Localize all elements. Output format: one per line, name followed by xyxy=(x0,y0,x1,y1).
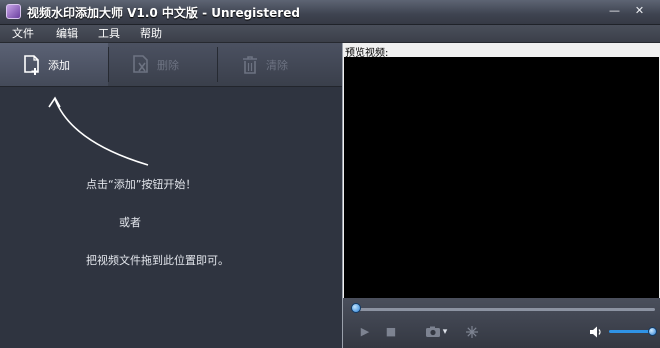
add-button[interactable]: 添加 xyxy=(0,43,108,86)
sparkle-icon xyxy=(466,326,478,338)
menu-bar: 文件 编辑 工具 帮助 xyxy=(0,25,660,43)
volume-slider[interactable] xyxy=(609,330,651,333)
window-title: 视频水印添加大师 V1.0 中文版 - Unregistered xyxy=(27,6,300,20)
delete-file-icon xyxy=(129,53,153,77)
menu-tools[interactable]: 工具 xyxy=(98,26,120,41)
dropdown-arrow-icon: ▾ xyxy=(442,327,448,337)
volume-handle[interactable] xyxy=(648,327,657,336)
curved-arrow-icon xyxy=(48,96,149,166)
delete-label: 删除 xyxy=(157,58,179,72)
volume-icon[interactable] xyxy=(589,325,603,339)
seek-handle[interactable] xyxy=(351,303,361,313)
minimize-button[interactable]: — xyxy=(606,4,623,18)
delete-button[interactable]: 删除 xyxy=(109,43,217,86)
player-controls: ▶ ■ ▾ xyxy=(343,298,660,348)
clear-button[interactable]: 清除 xyxy=(218,43,326,86)
hint-or: 或者 xyxy=(119,216,141,229)
menu-edit[interactable]: 编辑 xyxy=(56,26,78,41)
add-file-icon xyxy=(20,53,44,77)
preview-panel: 预览视频: ▶ ■ ▾ xyxy=(342,43,660,348)
menu-help[interactable]: 帮助 xyxy=(140,26,162,41)
title-bar: 视频水印添加大师 V1.0 中文版 - Unregistered — ✕ xyxy=(0,0,660,25)
clear-label: 清除 xyxy=(266,58,288,72)
hint-click-add: 点击“添加”按钮开始！ xyxy=(86,178,197,191)
close-button[interactable]: ✕ xyxy=(631,4,648,18)
video-preview[interactable] xyxy=(344,57,659,298)
camera-icon xyxy=(425,326,440,337)
menu-file[interactable]: 文件 xyxy=(12,26,34,41)
seek-bar[interactable] xyxy=(353,308,655,311)
file-list-panel[interactable]: 添加 删除 清除 点击“添加”按钮开始！ 或者 把视频文件拖到此位置即可。 xyxy=(0,43,342,348)
app-icon xyxy=(6,4,21,19)
snapshot-button[interactable]: ▾ xyxy=(419,323,453,341)
play-button[interactable]: ▶ xyxy=(357,323,373,341)
hint-drag-file: 把视频文件拖到此位置即可。 xyxy=(86,254,229,267)
stop-button[interactable]: ■ xyxy=(383,323,399,341)
effects-button[interactable] xyxy=(463,323,481,341)
trash-icon xyxy=(238,53,262,77)
add-label: 添加 xyxy=(48,58,70,72)
toolbar: 添加 删除 清除 xyxy=(0,43,342,87)
